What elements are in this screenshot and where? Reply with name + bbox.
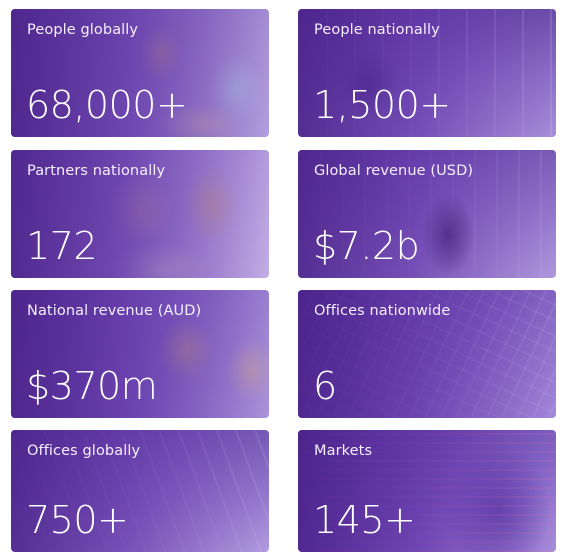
stat-card-offices-nationwide: Offices nationwide 6 [298, 290, 556, 418]
stat-card-global-revenue: Global revenue (USD) $7.2b [298, 150, 556, 278]
stat-value: $7.2b [313, 224, 420, 268]
stat-label: Partners nationally [27, 163, 166, 179]
stat-card-national-revenue: National revenue (AUD) $370m [11, 290, 269, 418]
stat-label: National revenue (AUD) [27, 303, 202, 319]
stat-card-people-nationally: People nationally 1,500+ [298, 9, 556, 137]
stat-value: 750+ [26, 498, 129, 542]
stat-card-offices-globally: Offices globally 750+ [11, 430, 269, 552]
stat-label: Markets [314, 443, 373, 459]
stat-card-people-globally: People globally 68,000+ [11, 9, 269, 137]
stat-card-partners-nationally: Partners nationally 172 [11, 150, 269, 278]
stat-value: 6 [313, 364, 337, 408]
stat-label: Global revenue (USD) [314, 163, 474, 179]
stat-value: $370m [26, 364, 158, 408]
stat-label: Offices nationwide [314, 303, 451, 319]
stat-value: 172 [26, 224, 98, 268]
stats-grid: People globally 68,000+ People nationall… [0, 0, 564, 552]
stat-label: People nationally [314, 22, 440, 38]
stat-value: 1,500+ [313, 83, 451, 127]
stat-label: Offices globally [27, 443, 141, 459]
stat-label: People globally [27, 22, 139, 38]
stat-card-markets: Markets 145+ [298, 430, 556, 552]
stat-value: 68,000+ [26, 83, 188, 127]
stat-value: 145+ [313, 498, 416, 542]
